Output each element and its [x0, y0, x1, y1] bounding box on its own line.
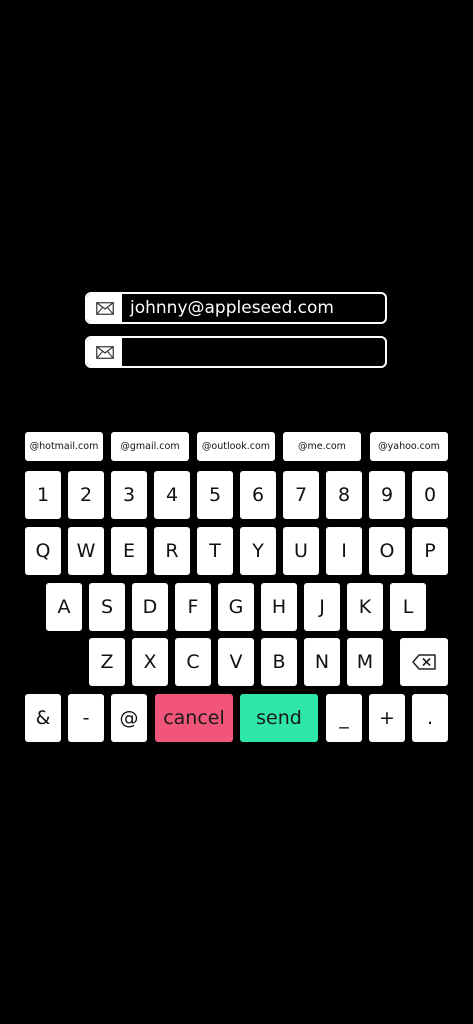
- mail-icon: [87, 294, 122, 322]
- key-4[interactable]: 4: [154, 471, 190, 519]
- key-underscore[interactable]: _: [326, 694, 362, 742]
- key-1[interactable]: 1: [25, 471, 61, 519]
- key-5[interactable]: 5: [197, 471, 233, 519]
- key-t[interactable]: T: [197, 527, 233, 575]
- key-6[interactable]: 6: [240, 471, 276, 519]
- key-b[interactable]: B: [261, 638, 297, 686]
- key-domain-outlook[interactable]: @outlook.com: [197, 432, 275, 461]
- key-domain-hotmail[interactable]: @hotmail.com: [25, 432, 103, 461]
- key-j[interactable]: J: [304, 583, 340, 631]
- key-domain-gmail[interactable]: @gmail.com: [111, 432, 189, 461]
- cancel-button[interactable]: cancel: [155, 694, 233, 742]
- key-m[interactable]: M: [347, 638, 383, 686]
- key-at[interactable]: @: [111, 694, 147, 742]
- email-field-value: johnny@appleseed.com: [130, 298, 334, 318]
- backspace-icon: [412, 654, 436, 670]
- key-y[interactable]: Y: [240, 527, 276, 575]
- key-h[interactable]: H: [261, 583, 297, 631]
- key-l[interactable]: L: [390, 583, 426, 631]
- key-x[interactable]: X: [132, 638, 168, 686]
- key-domain-yahoo[interactable]: @yahoo.com: [370, 432, 448, 461]
- key-i[interactable]: I: [326, 527, 362, 575]
- key-q[interactable]: Q: [25, 527, 61, 575]
- key-o[interactable]: O: [369, 527, 405, 575]
- key-hyphen[interactable]: -: [68, 694, 104, 742]
- key-2[interactable]: 2: [68, 471, 104, 519]
- key-u[interactable]: U: [283, 527, 319, 575]
- key-d[interactable]: D: [132, 583, 168, 631]
- second-email-field[interactable]: [85, 336, 387, 368]
- key-plus[interactable]: +: [369, 694, 405, 742]
- key-n[interactable]: N: [304, 638, 340, 686]
- key-p[interactable]: P: [412, 527, 448, 575]
- key-period[interactable]: .: [412, 694, 448, 742]
- key-e[interactable]: E: [111, 527, 147, 575]
- key-3[interactable]: 3: [111, 471, 147, 519]
- key-c[interactable]: C: [175, 638, 211, 686]
- key-k[interactable]: K: [347, 583, 383, 631]
- key-w[interactable]: W: [68, 527, 104, 575]
- key-r[interactable]: R: [154, 527, 190, 575]
- backspace-button[interactable]: [400, 638, 448, 686]
- key-0[interactable]: 0: [412, 471, 448, 519]
- key-g[interactable]: G: [218, 583, 254, 631]
- key-a[interactable]: A: [46, 583, 82, 631]
- key-domain-me[interactable]: @me.com: [283, 432, 361, 461]
- key-7[interactable]: 7: [283, 471, 319, 519]
- key-9[interactable]: 9: [369, 471, 405, 519]
- key-z[interactable]: Z: [89, 638, 125, 686]
- key-s[interactable]: S: [89, 583, 125, 631]
- key-ampersand[interactable]: &: [25, 694, 61, 742]
- key-8[interactable]: 8: [326, 471, 362, 519]
- key-v[interactable]: V: [218, 638, 254, 686]
- key-f[interactable]: F: [175, 583, 211, 631]
- email-field[interactable]: johnny@appleseed.com: [85, 292, 387, 324]
- send-button[interactable]: send: [240, 694, 318, 742]
- mail-icon: [87, 338, 122, 366]
